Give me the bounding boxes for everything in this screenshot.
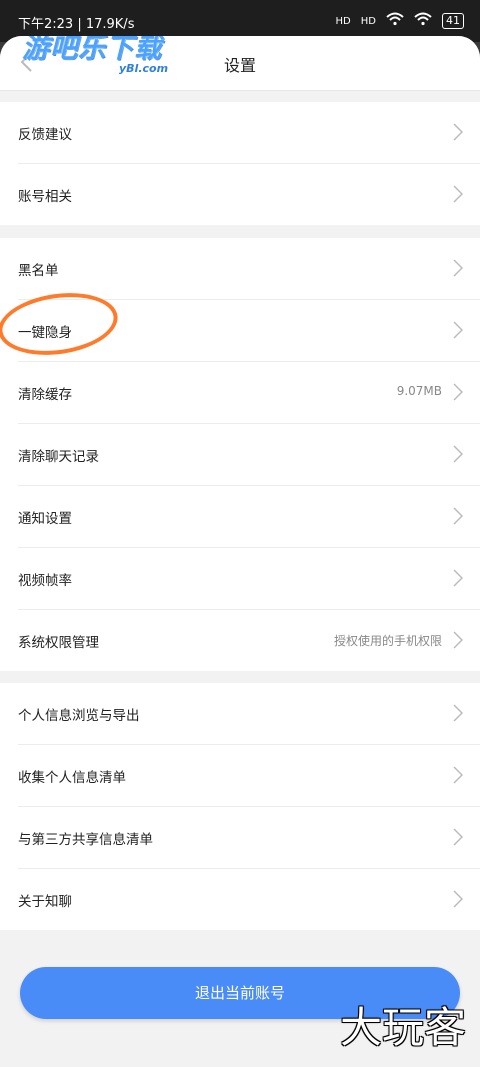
setting-label: 与第三方共享信息清单 xyxy=(18,832,153,848)
watermark-sub-text: yBl.com xyxy=(119,62,169,75)
watermark-main-text: 游吧乐下载 xyxy=(22,36,162,64)
setting-label: 通知设置 xyxy=(18,511,72,527)
chevron-right-icon xyxy=(453,383,464,401)
cache-size-value: 9.07MB xyxy=(396,384,442,398)
setting-label: 关于知聊 xyxy=(18,894,72,910)
setting-row-video-framerate[interactable]: 视频帧率 xyxy=(18,548,480,610)
status-time: 下午2:23 | 17.9K/s xyxy=(18,17,135,32)
settings-sheet: 设置 游吧乐下载 yBl.com 反馈建议 账号相关 黑名单 一键隐身 清除缓存… xyxy=(0,36,480,1067)
signal-hd-2: HD xyxy=(360,15,376,27)
setting-label: 反馈建议 xyxy=(18,127,72,143)
setting-label: 账号相关 xyxy=(18,189,72,205)
setting-row-clear-chat[interactable]: 清除聊天记录 xyxy=(18,424,480,486)
setting-row-collected-info-list[interactable]: 收集个人信息清单 xyxy=(18,745,480,807)
setting-row-blacklist[interactable]: 黑名单 xyxy=(18,238,480,300)
setting-row-clear-cache[interactable]: 清除缓存 9.07MB xyxy=(18,362,480,424)
chevron-right-icon xyxy=(453,185,464,203)
status-icons: HD HD 41 xyxy=(336,12,464,30)
setting-row-personal-info-export[interactable]: 个人信息浏览与导出 xyxy=(18,683,480,745)
header: 设置 游吧乐下载 yBl.com xyxy=(0,36,480,91)
chevron-right-icon xyxy=(453,569,464,587)
setting-row-account[interactable]: 账号相关 xyxy=(18,164,480,225)
chevron-right-icon xyxy=(453,123,464,141)
chevron-right-icon xyxy=(453,704,464,722)
signal-hd-1: HD xyxy=(335,15,351,27)
setting-row-about[interactable]: 关于知聊 xyxy=(18,869,480,930)
chevron-right-icon xyxy=(453,259,464,277)
setting-row-third-party-sharing[interactable]: 与第三方共享信息清单 xyxy=(18,807,480,869)
setting-label: 黑名单 xyxy=(18,263,59,279)
setting-label: 个人信息浏览与导出 xyxy=(18,708,140,724)
setting-label: 系统权限管理 xyxy=(18,635,99,651)
battery-indicator: 41 xyxy=(442,13,464,29)
chevron-right-icon xyxy=(453,445,464,463)
setting-label: 视频帧率 xyxy=(18,573,72,589)
chevron-right-icon xyxy=(453,890,464,908)
wifi-icon-2 xyxy=(414,12,432,30)
corner-watermark: 大玩客 xyxy=(339,1003,466,1052)
watermark-logo: 游吧乐下载 yBl.com xyxy=(22,36,222,82)
chevron-right-icon xyxy=(453,766,464,784)
setting-label: 收集个人信息清单 xyxy=(18,770,126,786)
chevron-right-icon xyxy=(453,507,464,525)
wifi-icon xyxy=(386,12,404,30)
permissions-hint: 授权使用的手机权限 xyxy=(333,634,442,648)
settings-group-3: 个人信息浏览与导出 收集个人信息清单 与第三方共享信息清单 关于知聊 xyxy=(0,683,480,930)
setting-row-notifications[interactable]: 通知设置 xyxy=(18,486,480,548)
settings-group-1: 反馈建议 账号相关 xyxy=(0,102,480,225)
chevron-right-icon xyxy=(453,828,464,846)
chevron-right-icon xyxy=(453,631,464,649)
setting-row-feedback[interactable]: 反馈建议 xyxy=(18,102,480,164)
setting-label: 清除聊天记录 xyxy=(18,449,99,465)
chevron-right-icon xyxy=(453,321,464,339)
setting-label: 清除缓存 xyxy=(18,387,72,403)
setting-row-permissions[interactable]: 系统权限管理 授权使用的手机权限 xyxy=(18,610,480,671)
